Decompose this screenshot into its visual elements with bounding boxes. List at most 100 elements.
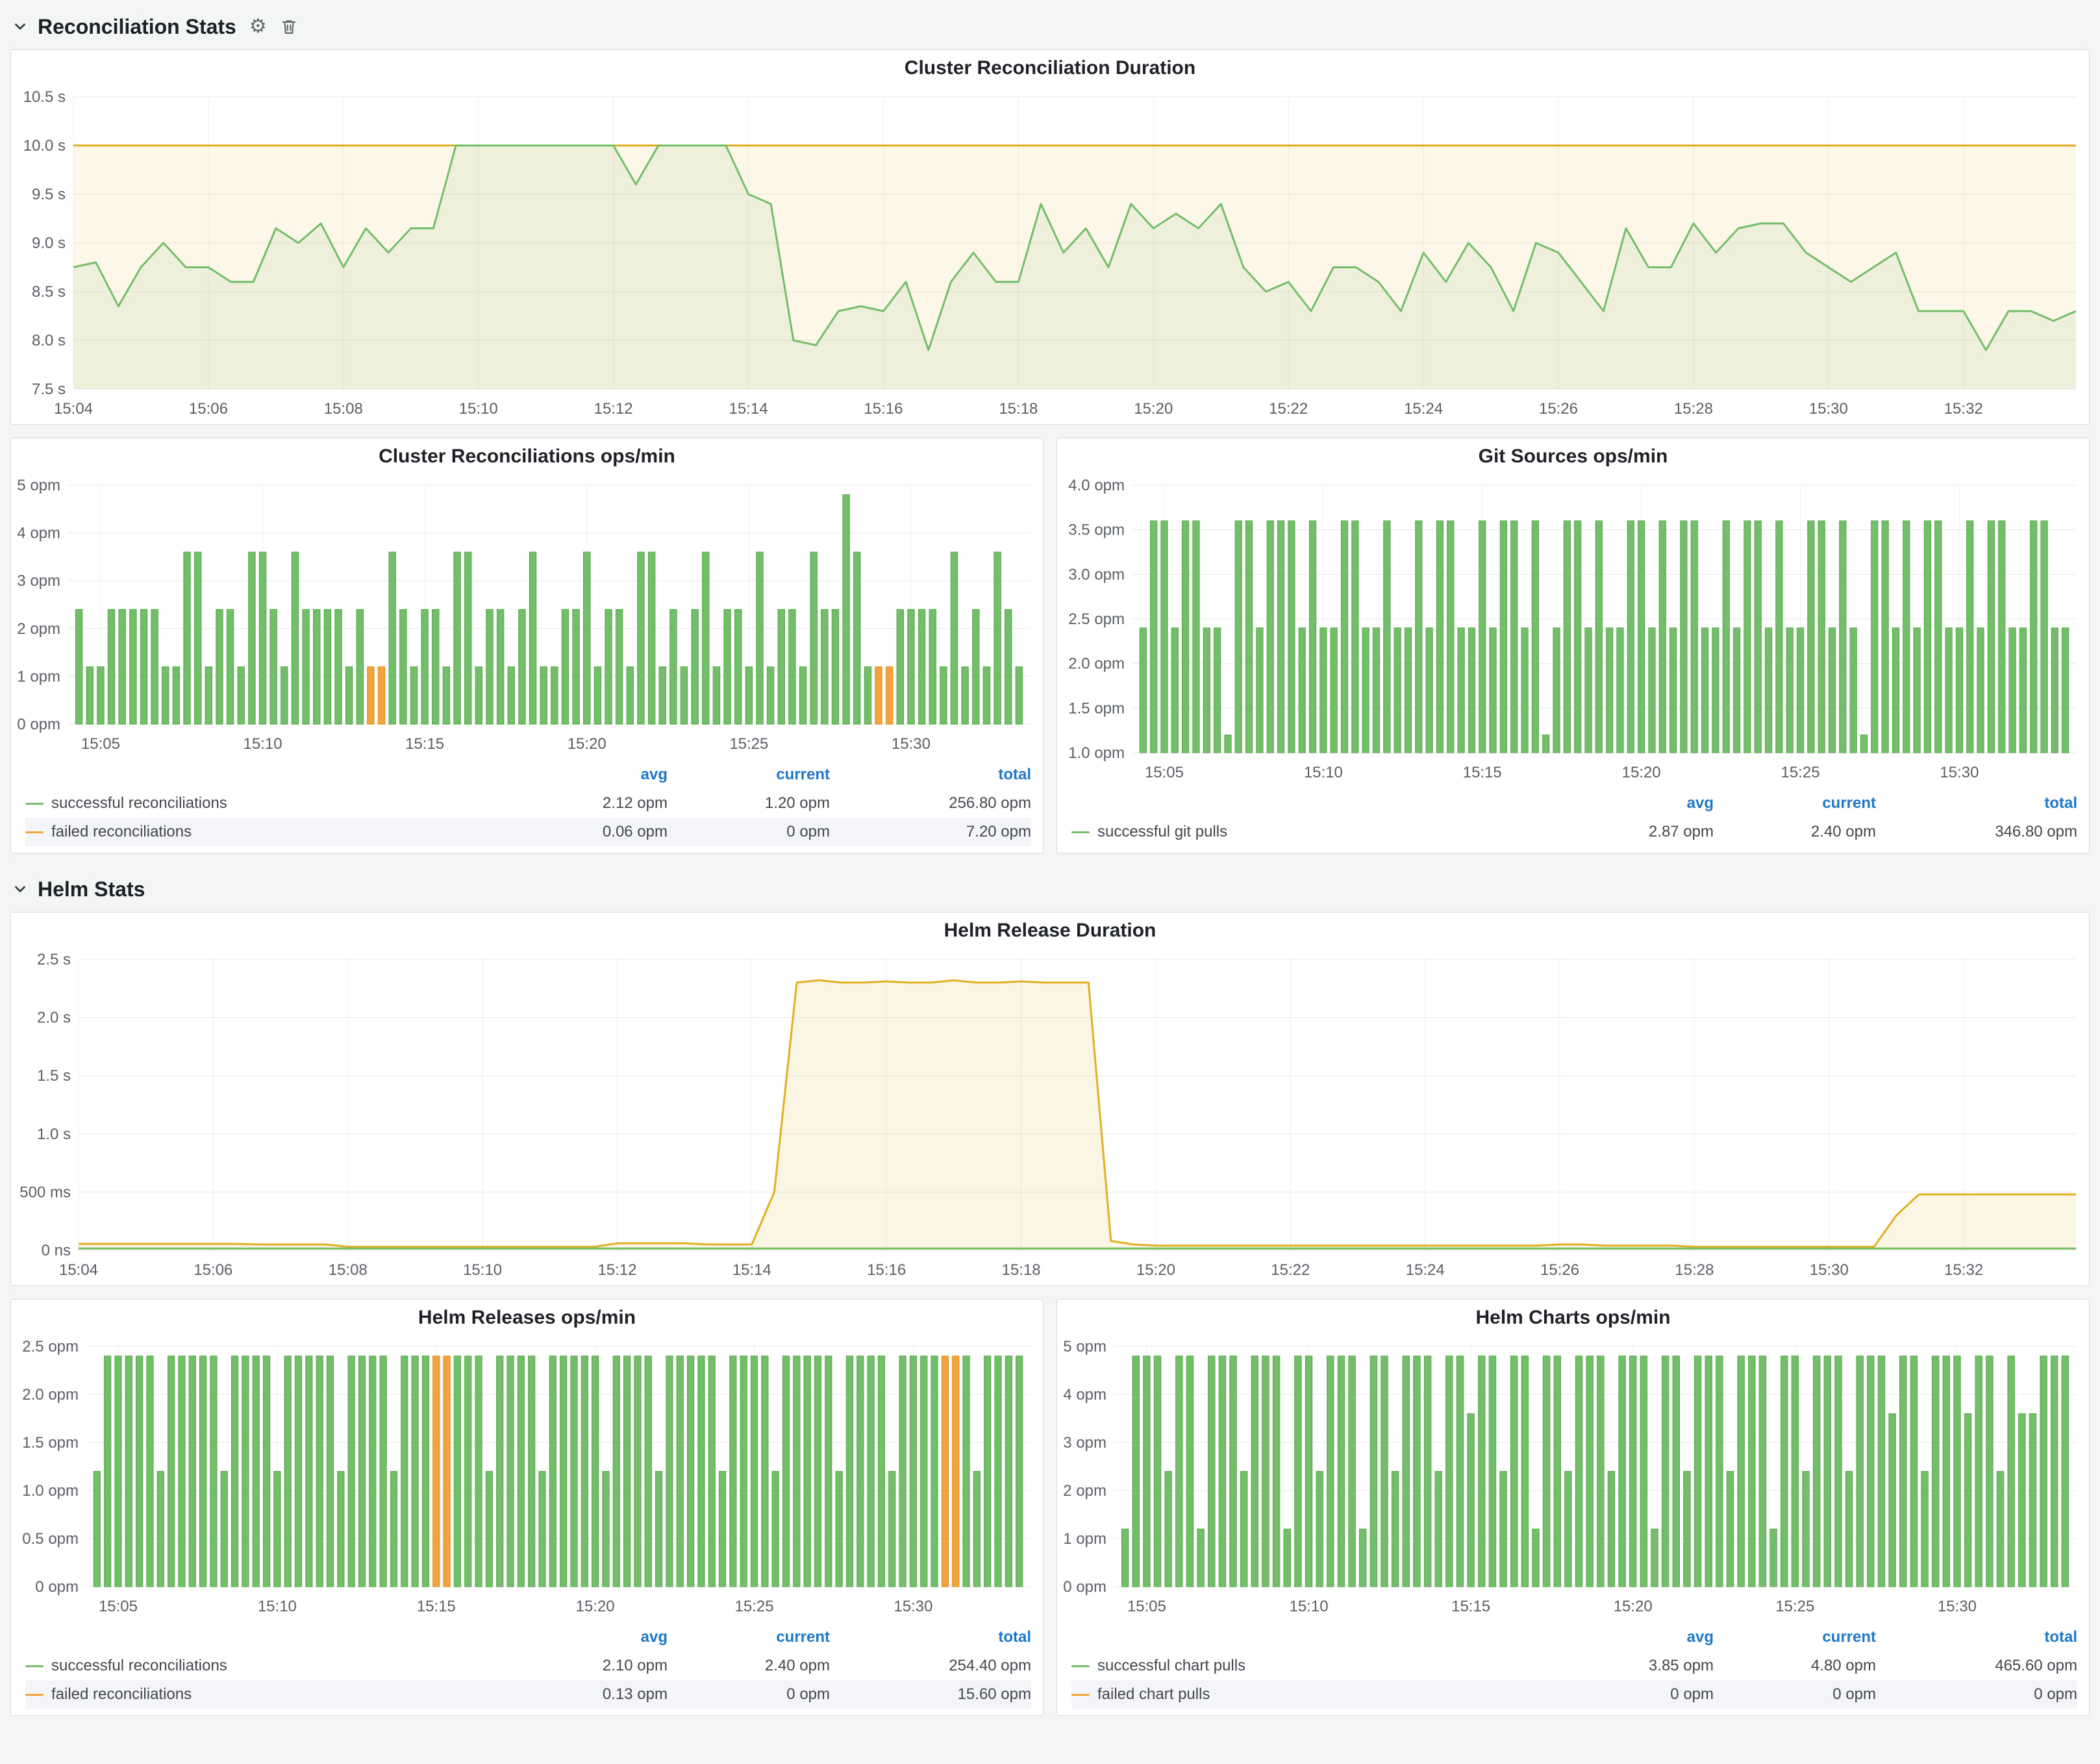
svg-text:15:20: 15:20 <box>1622 764 1661 781</box>
svg-text:2.5 opm: 2.5 opm <box>1068 611 1125 628</box>
svg-text:15:28: 15:28 <box>1675 1261 1714 1279</box>
svg-text:3.5 opm: 3.5 opm <box>1068 522 1125 539</box>
svg-text:15:20: 15:20 <box>568 735 606 753</box>
helm-releases-chart[interactable]: 0 opm0.5 opm1.0 opm1.5 opm2.0 opm2.5 opm… <box>11 1336 1043 1622</box>
panel-title[interactable]: Cluster Reconciliation Duration <box>11 50 2089 86</box>
helm-release-duration-chart[interactable]: 0 ns500 ms1.0 s1.5 s2.0 s2.5 s15:0415:06… <box>11 949 2089 1285</box>
series-total: 254.40 opm <box>830 1657 1031 1675</box>
svg-text:15:12: 15:12 <box>594 400 633 418</box>
trash-icon[interactable] <box>280 18 298 36</box>
svg-text:1.5 s: 1.5 s <box>37 1067 71 1085</box>
series-total: 0 opm <box>1876 1685 2077 1704</box>
svg-text:15:10: 15:10 <box>1289 1598 1328 1615</box>
legend-header-avg: avg <box>505 766 668 784</box>
svg-text:15:08: 15:08 <box>324 400 363 418</box>
series-current: 0 opm <box>668 1685 830 1704</box>
legend-header-current: current <box>1714 794 1876 813</box>
series-avg: 3.85 opm <box>1551 1657 1714 1675</box>
svg-text:15:10: 15:10 <box>258 1598 297 1615</box>
svg-text:15:26: 15:26 <box>1539 400 1578 418</box>
legend-header: avg current total <box>25 761 1031 789</box>
svg-text:15:10: 15:10 <box>1304 764 1343 781</box>
chevron-down-icon <box>12 881 29 898</box>
panel-git-sources-opm: Git Sources ops/min 1.0 opm1.5 opm2.0 op… <box>1056 438 2090 853</box>
section-title[interactable]: Helm Stats <box>38 877 145 901</box>
svg-text:0 opm: 0 opm <box>35 1578 79 1596</box>
svg-text:15:20: 15:20 <box>576 1598 615 1615</box>
cluster-reconciliations-chart[interactable]: 0 opm1 opm2 opm3 opm4 opm5 opm15:0515:10… <box>11 475 1043 759</box>
legend-row-successful-reconciliations: successful reconciliations 2.10 opm 2.40… <box>25 1652 1031 1680</box>
series-color-dash <box>1071 831 1090 833</box>
svg-text:15:04: 15:04 <box>54 400 93 418</box>
svg-text:15:30: 15:30 <box>892 735 931 753</box>
cluster-reconciliation-duration-chart[interactable]: 7.5 s8.0 s8.5 s9.0 s9.5 s10.0 s10.5 s15:… <box>11 86 2089 424</box>
svg-text:15:26: 15:26 <box>1540 1261 1579 1279</box>
svg-text:15:06: 15:06 <box>189 400 228 418</box>
series-label[interactable]: successful reconciliations <box>51 794 227 813</box>
svg-text:15:30: 15:30 <box>1809 400 1848 418</box>
panel-cluster-reconciliations-opm: Cluster Reconciliations ops/min 0 opm1 o… <box>10 438 1044 853</box>
svg-text:15:22: 15:22 <box>1269 400 1308 418</box>
svg-text:15:12: 15:12 <box>597 1261 636 1279</box>
svg-text:1.0 opm: 1.0 opm <box>1068 744 1125 762</box>
svg-text:2.0 s: 2.0 s <box>37 1009 71 1027</box>
panel-title[interactable]: Git Sources ops/min <box>1057 438 2089 475</box>
svg-text:15:20: 15:20 <box>1134 400 1173 418</box>
svg-text:15:32: 15:32 <box>1944 1261 1983 1279</box>
legend: avg current total successful chart pulls… <box>1057 1622 2089 1715</box>
series-current: 4.80 opm <box>1714 1657 1876 1675</box>
series-label[interactable]: successful chart pulls <box>1097 1657 1245 1675</box>
section-helm-stats[interactable]: Helm Stats <box>12 870 2090 908</box>
svg-text:15:25: 15:25 <box>1775 1598 1814 1615</box>
svg-text:0.5 opm: 0.5 opm <box>22 1530 79 1548</box>
svg-text:15:16: 15:16 <box>864 400 903 418</box>
legend-header-current: current <box>668 766 830 784</box>
svg-text:1.5 opm: 1.5 opm <box>22 1434 79 1452</box>
section-title[interactable]: Reconciliation Stats <box>38 15 236 39</box>
legend-header-current: current <box>668 1628 830 1646</box>
svg-text:1.5 opm: 1.5 opm <box>1068 699 1125 717</box>
legend-header-avg: avg <box>1551 794 1714 813</box>
legend-header: avg current total <box>1071 1623 2077 1652</box>
svg-text:15:06: 15:06 <box>194 1261 232 1279</box>
series-total: 465.60 opm <box>1876 1657 2077 1675</box>
panel-title[interactable]: Cluster Reconciliations ops/min <box>11 438 1043 475</box>
svg-text:15:32: 15:32 <box>1944 400 1983 418</box>
dashboard: Reconciliation Stats ⚙ Cluster Reconcili… <box>0 0 2100 1726</box>
series-avg: 0.13 opm <box>505 1685 668 1704</box>
legend-row-successful-reconciliations: successful reconciliations 2.12 opm 1.20… <box>25 789 1031 818</box>
git-sources-chart[interactable]: 1.0 opm1.5 opm2.0 opm2.5 opm3.0 opm3.5 o… <box>1057 475 2089 788</box>
svg-text:4 opm: 4 opm <box>17 525 60 542</box>
svg-text:15:30: 15:30 <box>1810 1261 1849 1279</box>
svg-text:8.5 s: 8.5 s <box>32 283 66 301</box>
series-label[interactable]: failed chart pulls <box>1097 1685 1210 1704</box>
gear-icon[interactable]: ⚙ <box>249 17 267 36</box>
series-label[interactable]: failed reconciliations <box>51 1685 192 1704</box>
svg-text:7.5 s: 7.5 s <box>32 381 66 398</box>
chevron-down-icon <box>12 18 29 35</box>
panel-title[interactable]: Helm Charts ops/min <box>1057 1300 2089 1336</box>
series-label[interactable]: failed reconciliations <box>51 823 192 841</box>
series-label[interactable]: successful git pulls <box>1097 823 1227 841</box>
svg-text:15:15: 15:15 <box>417 1598 456 1615</box>
legend-header-total: total <box>830 766 1031 784</box>
helm-charts-chart[interactable]: 0 opm1 opm2 opm3 opm4 opm5 opm15:0515:10… <box>1057 1336 2089 1622</box>
section-reconciliation-stats[interactable]: Reconciliation Stats ⚙ <box>12 8 2090 45</box>
svg-text:15:08: 15:08 <box>329 1261 368 1279</box>
series-label[interactable]: successful reconciliations <box>51 1657 227 1675</box>
svg-text:0 opm: 0 opm <box>17 716 60 733</box>
series-total: 15.60 opm <box>830 1685 1031 1704</box>
panel-helm-release-duration: Helm Release Duration 0 ns500 ms1.0 s1.5… <box>10 912 2090 1286</box>
svg-text:5 opm: 5 opm <box>17 477 60 494</box>
panel-title[interactable]: Helm Release Duration <box>11 913 2089 949</box>
series-total: 256.80 opm <box>830 794 1031 813</box>
svg-text:9.0 s: 9.0 s <box>32 234 66 252</box>
panel-title[interactable]: Helm Releases ops/min <box>11 1300 1043 1336</box>
svg-text:10.0 s: 10.0 s <box>23 137 66 155</box>
legend-row-failed-reconciliations: failed reconciliations 0.06 opm 0 opm 7.… <box>25 818 1031 846</box>
legend-header-total: total <box>1876 794 2077 813</box>
svg-text:2 opm: 2 opm <box>17 620 60 638</box>
legend-header-total: total <box>830 1628 1031 1646</box>
svg-text:15:05: 15:05 <box>1145 764 1184 781</box>
svg-text:15:18: 15:18 <box>1002 1261 1041 1279</box>
